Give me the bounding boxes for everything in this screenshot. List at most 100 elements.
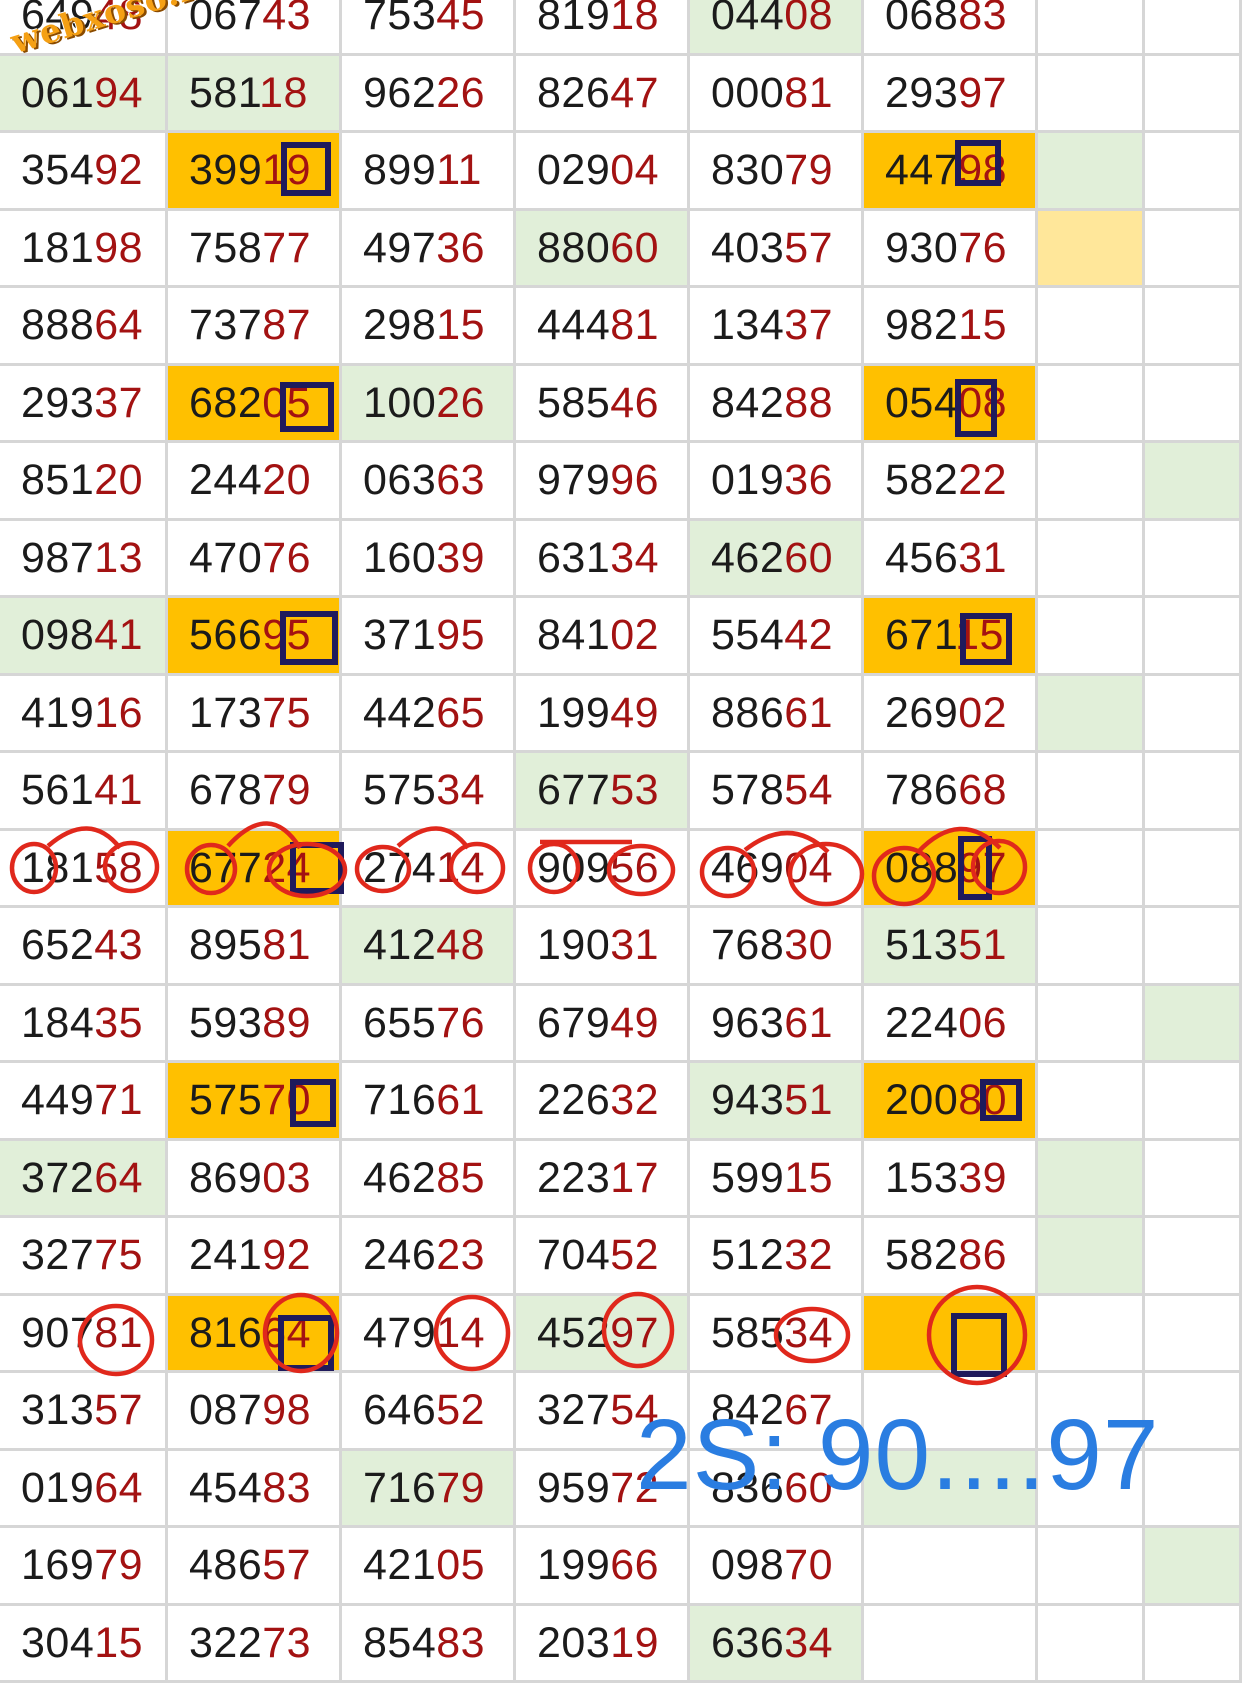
extra-column-cell [1038,1141,1145,1219]
grid-cell: 40357 [690,211,864,289]
grid-cell: 41248 [342,908,516,986]
cell-head-digits: 575 [189,1076,262,1124]
grid-cell: 44481 [516,288,690,366]
grid-cell: 65576 [342,986,516,1064]
grid-cell: 64652 [342,1373,516,1451]
grid-cell [864,1606,1038,1683]
extra-column-cell [1145,1451,1242,1529]
grid-cell: 88060 [516,211,690,289]
grid-cell: 42105 [342,1528,516,1606]
cell-tail-digits: 26 [436,379,485,427]
cell-tail-digits: 30 [784,921,833,969]
cell-tail-digits: 66 [610,1541,659,1589]
grid-cell: 93076 [864,211,1038,289]
cell-tail-digits: 81 [94,1309,143,1357]
grid-cell: 08897 [864,831,1038,909]
cell-head-digits: 454 [189,1464,262,1512]
cell-head-digits: 907 [21,1309,94,1357]
grid-cell: 98215 [864,288,1038,366]
grid-cell: 58546 [516,366,690,444]
cell-tail-digits: 68 [958,766,1007,814]
grid-cell: 46260 [690,521,864,599]
cell-tail-digits: 15 [436,301,485,349]
cell-head-digits: 671 [885,611,955,659]
grid-cell: 71661 [342,1063,516,1141]
cell-tail-digits: 97 [610,1309,659,1357]
extra-column-cell [1145,1528,1242,1606]
cell-head-digits: 677 [537,766,610,814]
grid-cell: 06883 [864,0,1038,56]
grid-cell: 89581 [168,908,342,986]
grid-cell: 86903 [168,1141,342,1219]
cell-tail-digits: 43 [94,921,143,969]
grid-cell: 67115 [864,598,1038,676]
grid-cell: 45297 [516,1296,690,1374]
grid-cell: 46904 [690,831,864,909]
cell-tail-digits: 06 [958,999,1007,1047]
cell-tail-digits: 15 [955,611,1004,659]
cell-tail-digits: 32 [784,1231,833,1279]
cell-tail-digits: 08 [784,0,833,39]
cell-head-digits: 313 [21,1386,94,1434]
cell-tail-digits: 03 [262,1154,311,1202]
extra-column-cell [1038,986,1145,1064]
cell-tail-digits: 32 [610,1076,659,1124]
cell-head-digits: 456 [885,534,958,582]
grid-cell: 44265 [342,676,516,754]
cell-head-digits: 269 [885,689,958,737]
grid-cell: 67879 [168,753,342,831]
cell-head-digits: 581 [189,69,259,117]
grid-cell: 56141 [0,753,168,831]
cell-head-digits: 869 [189,1154,262,1202]
grid-cell: 29397 [864,56,1038,134]
grid-cell: 81664 [168,1296,342,1374]
grid-cell: 55442 [690,598,864,676]
cell-head-digits: 298 [363,301,436,349]
grid-cell: 09870 [690,1528,864,1606]
cell-head-digits: 068 [885,0,958,39]
cell-head-digits: 479 [363,1309,436,1357]
grid-cell: 56695 [168,598,342,676]
grid-cell: 63134 [516,521,690,599]
grid-cell: 75345 [342,0,516,56]
cell-tail-digits: 31 [610,921,659,969]
cell-head-digits: 469 [711,844,784,892]
cell-head-digits: 819 [537,0,610,39]
cell-head-digits: 816 [189,1309,262,1357]
grid-cell: 51351 [864,908,1038,986]
grid-cell: 65243 [0,908,168,986]
cell-head-digits: 585 [711,1309,784,1357]
grid-cell: 63634 [690,1606,864,1683]
cell-tail-digits: 98 [262,1386,311,1434]
cell-tail-digits: 41 [94,611,143,659]
extra-column-cell [1038,1218,1145,1296]
grid-cell: 20319 [516,1606,690,1683]
grid-cell: 76830 [690,908,864,986]
cell-head-digits: 963 [711,999,784,1047]
grid-cell: 44971 [0,1063,168,1141]
extra-column-cell [1145,1063,1242,1141]
cell-tail-digits: 81 [784,69,833,117]
cell-head-digits: 737 [189,301,262,349]
cell-head-digits: 354 [21,146,94,194]
cell-head-digits: 943 [711,1076,784,1124]
cell-tail-digits: 13 [94,534,143,582]
cell-tail-digits: 98 [94,224,143,272]
cell-head-digits: 293 [21,379,94,427]
cell-head-digits: 203 [537,1619,610,1667]
grid-cell: 81918 [516,0,690,56]
cell-tail-digits: 70 [784,1541,833,1589]
grid-cell: 89911 [342,133,516,211]
cell-tail-digits: 61 [784,689,833,737]
cell-tail-digits: 14 [436,1309,485,1357]
cell-head-digits: 372 [21,1154,94,1202]
cell-tail-digits: 79 [784,146,833,194]
grid-cell: 27414 [342,831,516,909]
extra-column-cell [1145,1296,1242,1374]
extra-column-cell [1038,753,1145,831]
grid-cell: 02904 [516,133,690,211]
cell-head-digits: 909 [537,844,610,892]
cell-head-digits: 841 [537,611,610,659]
grid-cell: 08798 [168,1373,342,1451]
cell-head-digits: 447 [885,146,958,194]
